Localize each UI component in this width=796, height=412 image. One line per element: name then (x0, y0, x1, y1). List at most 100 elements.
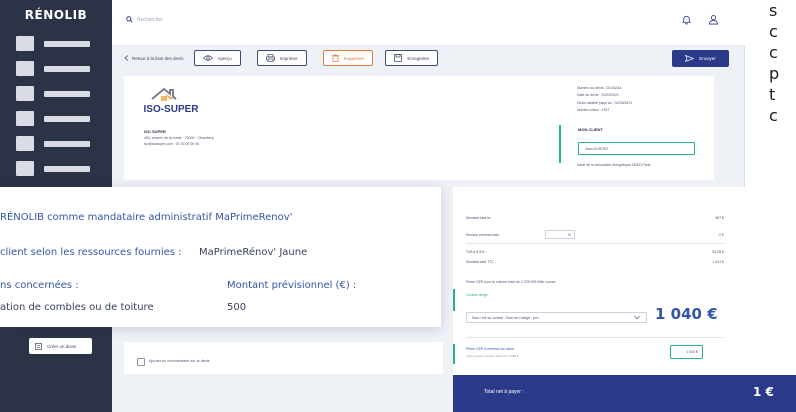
totals-card: Montant total ht : 987 € Remise commercia… (453, 187, 745, 375)
client-label: MON CLIENT (578, 127, 603, 132)
client-number: Numéro client : 1297 (577, 107, 610, 112)
sidebar-item-icon (16, 136, 34, 151)
prime-note: Prime CEE pour le volume total de 2 078 … (466, 280, 556, 284)
send-button[interactable]: Envoyer (672, 50, 729, 67)
client-accent-bar (559, 125, 561, 163)
discount-label: Remise commerciale : (466, 233, 501, 237)
document-icon (35, 342, 42, 350)
user-icon[interactable] (708, 14, 719, 25)
divider (466, 243, 724, 244)
sidebar-item-2[interactable] (16, 61, 90, 76)
total-ht-row: Montant total ht : 987 € (466, 216, 724, 220)
side-text-line: t (769, 85, 776, 104)
company-logo: ISO-SUPER (144, 87, 198, 115)
sidebar-item-label (44, 115, 90, 122)
back-label: Retour à la liste des devis (132, 55, 184, 61)
create-quote-button[interactable]: Créer un devis (29, 338, 92, 354)
sidebar-item-label (44, 40, 90, 47)
quote-date: Date du devis : 01/03/2021 (577, 93, 619, 98)
chevron-down-icon (634, 315, 640, 320)
discount-input[interactable]: % (545, 230, 575, 239)
search-placeholder: Rechercher (137, 16, 163, 23)
divider (466, 337, 724, 338)
total-ht-value: 987 € (715, 216, 724, 220)
sidebar-item-5[interactable] (16, 136, 90, 151)
search-input[interactable]: Rechercher (126, 16, 163, 23)
preview-button[interactable]: Aperçu (193, 50, 241, 66)
net-total-label: Total net à payer : (484, 389, 524, 395)
cee-label: Prime CEE à reverser au client (466, 347, 515, 351)
tva-label: TVA à 5,5% : (466, 250, 487, 254)
sidebar-item-label (44, 90, 90, 97)
save-button[interactable]: Enregistrer (385, 50, 439, 66)
sidebar-item-label (44, 165, 90, 172)
company-name: ISO SUPER (144, 129, 166, 134)
sidebar-item-icon (16, 111, 34, 126)
delete-button[interactable]: Supprimer (322, 50, 374, 66)
side-text-line: c (769, 22, 778, 41)
company-logo-text: ISO-SUPER (144, 104, 198, 115)
create-quote-label: Créer un devis (47, 343, 77, 349)
mandate-title: RÉNOLIB comme mandataire administratif M… (0, 212, 293, 223)
client-field[interactable]: Jean DURONT (578, 142, 695, 155)
search-icon (126, 16, 133, 23)
client-block: MON CLIENT Jean DURONT (559, 125, 699, 163)
sidebar-item-label (44, 65, 90, 72)
company-contact: iso@isosuper.com · 01 00 00 00 00 (144, 142, 200, 146)
app-logo: RÉNOLIB (24, 8, 88, 22)
sidebar-item-icon (16, 36, 34, 51)
quote-number: Numéro du devis : D143ZAA (577, 86, 622, 90)
client-note: Issue de la rénovation énergétique 15000… (577, 163, 651, 167)
save-label: Enregistrer (407, 55, 430, 61)
total-ttc-row: Montant total TTC : 1 041 € (466, 260, 724, 264)
tva-row: TVA à 5,5% : 54,28 € (466, 250, 724, 254)
tva-value: 54,28 € (712, 250, 724, 254)
side-text-line: p (769, 64, 780, 83)
cee-sub-label: Vous pouvez reverser entre 0 et 1040 € (466, 354, 519, 358)
bell-icon[interactable] (681, 14, 692, 25)
sidebar-item-1[interactable] (16, 36, 90, 51)
side-text-line: c (769, 43, 778, 62)
cee-input[interactable]: 1 040 € (670, 345, 703, 359)
sidebar-item-label (44, 140, 90, 147)
prime-amount: 1 040 € (655, 305, 718, 323)
cropped-side-text: s c c p t c (769, 0, 779, 126)
preview-label: Aperçu (217, 55, 232, 61)
contract-select-value: Nom / réf du contrat - Nom de l'obligé -… (472, 316, 539, 320)
cee-accent-bar (453, 344, 455, 364)
discount-row: Remise commerciale : % - 0 € (466, 230, 724, 239)
print-label: Imprimer (279, 55, 298, 61)
total-ttc-value: 1 041 € (712, 260, 724, 264)
sidebar-item-4[interactable] (16, 111, 90, 126)
chevron-left-icon (124, 55, 129, 61)
sidebar-item-icon (16, 61, 34, 76)
save-icon (394, 54, 403, 62)
trash-icon (331, 54, 339, 62)
sidebar-item-6[interactable] (16, 161, 90, 176)
side-text-line: c (769, 106, 778, 125)
total-ttc-label: Montant total TTC : (466, 260, 496, 264)
net-total-bar: Total net à payer : 1 € (453, 375, 796, 412)
works-row-value: 500 (227, 302, 247, 313)
send-label: Envoyer (699, 56, 716, 61)
quote-meta: Numéro du devis : D143ZAA Date du devis … (577, 85, 632, 114)
sidebar-item-3[interactable] (16, 86, 90, 101)
discount-value: - 0 € (716, 233, 724, 237)
resource-value: MaPrimeRénov' Jaune (199, 247, 308, 258)
net-total-value: 1 € (753, 385, 774, 399)
send-icon (685, 55, 695, 62)
add-comment-checkbox[interactable] (137, 358, 145, 366)
total-ht-label: Montant total ht : (466, 216, 493, 220)
comment-card: Ajouter un commentaire sur le devis (124, 342, 443, 374)
amount-header: Montant prévisionnel (€) : (227, 280, 357, 291)
maprimerenov-panel: RÉNOLIB comme mandataire administratif M… (0, 187, 441, 327)
side-text-line: s (769, 1, 778, 20)
add-comment-label: Ajouter un commentaire sur le devis (149, 359, 210, 363)
printer-icon (265, 54, 275, 62)
sidebar-item-icon (16, 86, 34, 101)
contract-accent-bar (453, 289, 455, 311)
contract-select[interactable]: Nom / réf du contrat - Nom de l'obligé -… (466, 312, 647, 323)
contract-label: Contrat obligé (466, 293, 488, 297)
back-link[interactable]: Retour à la liste des devis (124, 55, 184, 61)
print-button[interactable]: Imprimer (256, 50, 307, 66)
